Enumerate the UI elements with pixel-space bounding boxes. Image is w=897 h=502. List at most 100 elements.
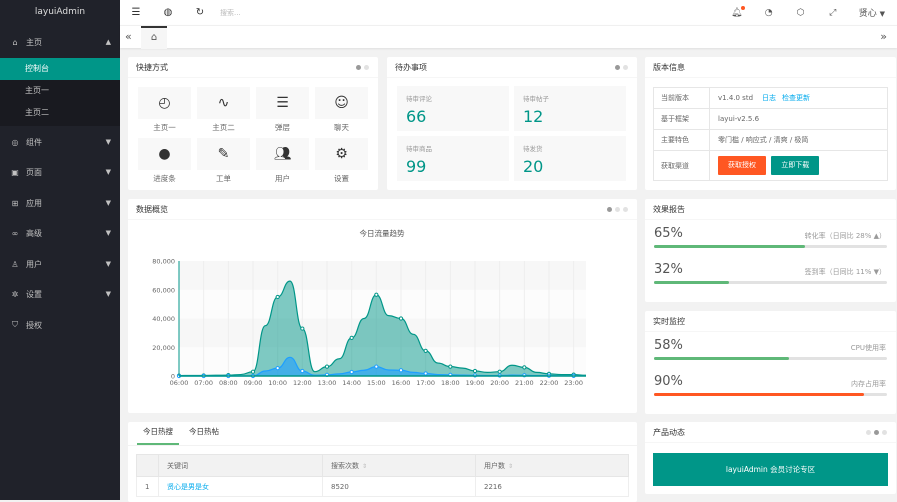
fullscreen-icon[interactable]: ⤢ <box>817 8 849 18</box>
data-point[interactable] <box>300 368 305 374</box>
todo-label: 待审商品 <box>406 145 432 153</box>
data-point[interactable] <box>423 371 428 376</box>
x-tick-label: 19:00 <box>466 379 485 387</box>
todo-item[interactable]: 待审商品 99 <box>397 136 509 181</box>
quick-item[interactable]: ✎ 工单 <box>197 138 250 189</box>
data-point[interactable] <box>275 294 280 300</box>
progress-label: 内存占用率 <box>851 380 886 388</box>
quick-item[interactable]: ∿ 主页二 <box>197 87 250 138</box>
quick-label: 主页二 <box>212 123 235 132</box>
nav-label: 页面 <box>26 167 42 177</box>
card-title: 效果报告 <box>645 199 896 220</box>
todo-item[interactable]: 待发货 20 <box>514 136 626 181</box>
todo-item[interactable]: 待审帖子 12 <box>514 86 626 131</box>
data-point[interactable] <box>398 368 404 373</box>
data-point[interactable] <box>497 369 502 374</box>
nav-label: 高级 <box>26 228 42 238</box>
data-point[interactable] <box>472 368 478 374</box>
users-icon: 👥︎ <box>256 138 309 170</box>
globe-icon[interactable]: ◍ <box>152 7 184 18</box>
page-icon: ▣ <box>11 167 19 177</box>
search-input[interactable]: 搜索... <box>220 8 241 18</box>
quick-label: 工单 <box>216 174 231 183</box>
sidebar-subitem-home1[interactable]: 主页一 <box>0 80 120 102</box>
progress-label: 转化率（日同比 28% ▲） <box>804 232 886 240</box>
data-point[interactable] <box>349 369 354 375</box>
quick-label: 弹层 <box>275 123 290 132</box>
keyword-link[interactable]: 贤心是男是女 <box>167 483 209 491</box>
data-point[interactable] <box>275 365 280 371</box>
sidebar-item-senior[interactable]: ∞ 高级 ▼ <box>0 218 120 248</box>
check-update-link[interactable]: 检查更新 <box>782 94 810 102</box>
sidebar-item-page[interactable]: ▣ 页面 ▼ <box>0 157 120 187</box>
data-point[interactable] <box>423 348 428 353</box>
carousel-dots[interactable] <box>866 430 887 435</box>
card-title: 产品动态 <box>645 422 896 443</box>
data-point[interactable] <box>250 369 256 374</box>
caret-down-icon: ▼ <box>105 229 111 237</box>
user-menu[interactable]: 贤心 ▼ <box>859 6 885 19</box>
forum-banner[interactable]: layuiAdmin 会员讨论专区 <box>653 453 888 486</box>
tag-icon[interactable]: ⬡ <box>785 8 817 18</box>
sidebar-item-user[interactable]: ♙ 用户 ▼ <box>0 249 120 279</box>
sidebar-subitem-home2[interactable]: 主页二 <box>0 102 120 124</box>
framework-value: layui-v2.5.6 <box>709 108 888 130</box>
carousel-dots[interactable] <box>615 65 628 70</box>
shrink-menu-icon[interactable]: ☰ <box>120 7 152 18</box>
changelog-link[interactable]: 日志 <box>762 94 776 102</box>
sidebar-item-home[interactable]: ⌂ 主页 ▲ <box>0 27 120 57</box>
col-label: 关键词 <box>167 461 188 470</box>
tab-home-icon[interactable]: ⌂ <box>141 26 167 49</box>
quick-item[interactable]: ☰ 弹层 <box>256 87 309 138</box>
data-point[interactable] <box>398 316 404 321</box>
quick-item[interactable]: ◴ 主页一 <box>138 87 191 138</box>
y-tick-label: 40,000 <box>152 315 175 323</box>
col-keyword: 关键词 <box>158 454 323 477</box>
tabs-prev-icon[interactable]: « <box>125 30 132 43</box>
sidebar-item-settings[interactable]: ✲ 设置 ▼ <box>0 279 120 309</box>
x-tick-label: 09:00 <box>244 379 263 387</box>
todo-item[interactable]: 待审评论 66 <box>397 86 509 131</box>
get-license-button[interactable]: 获取授权 <box>718 156 766 175</box>
todo-label: 待审帖子 <box>523 95 549 103</box>
sidebar-item-auth[interactable]: ⛉ 授权 <box>0 310 120 340</box>
x-tick-label: 15:00 <box>367 379 386 387</box>
tabs-next-icon[interactable]: » <box>880 30 887 43</box>
settings-icon: ✲ <box>11 289 19 299</box>
nav-label: 用户 <box>26 259 42 269</box>
quick-item[interactable]: ⚙ 设置 <box>315 138 368 189</box>
progress-row: 58% CPU使用率 <box>645 332 896 368</box>
quick-item[interactable]: ☺ 聊天 <box>315 87 368 138</box>
data-point[interactable] <box>448 364 453 369</box>
sort-icon[interactable]: ⇕ <box>362 463 367 470</box>
progress-bar <box>654 357 887 360</box>
tab-hot-search[interactable]: 今日热搜 <box>137 421 179 445</box>
col-users[interactable]: 用户数 ⇕ <box>475 454 629 477</box>
sidebar-subitem-console[interactable]: 控制台 <box>0 58 120 80</box>
gauge-icon: ◴ <box>138 87 191 119</box>
y-tick-label: 20,000 <box>152 344 175 352</box>
col-count[interactable]: 搜索次数 ⇕ <box>322 454 476 477</box>
app-logo[interactable]: layuiAdmin <box>0 0 120 25</box>
carousel-dots[interactable] <box>356 65 369 70</box>
refresh-icon[interactable]: ↻ <box>184 7 216 18</box>
tab-hot-posts[interactable]: 今日热帖 <box>183 421 225 445</box>
sidebar-item-app[interactable]: ⊞ 应用 ▼ <box>0 188 120 218</box>
data-point[interactable] <box>522 365 527 370</box>
quick-item[interactable]: 👥︎ 用户 <box>256 138 309 189</box>
quick-item[interactable]: ● 进度条 <box>138 138 191 189</box>
version-card: 版本信息 当前版本 v1.4.0 std 日志 检查更新 基于框架 layui-v2.5… <box>645 57 896 190</box>
data-point[interactable] <box>349 335 354 341</box>
download-button[interactable]: 立即下载 <box>771 156 820 175</box>
data-point[interactable] <box>374 364 379 369</box>
grid-band <box>179 261 586 290</box>
sidebar-item-component[interactable]: ◎ 组件 ▼ <box>0 127 120 157</box>
bell-icon[interactable]: 🔔︎ <box>721 8 753 18</box>
carousel-dots[interactable] <box>607 207 628 212</box>
data-point[interactable] <box>374 292 379 297</box>
hot-table: 关键词 搜索次数 ⇕ 用户数 ⇕ 1 贤心是男是女 8520 2216 <box>136 454 629 497</box>
theme-icon[interactable]: ◔ <box>753 8 785 18</box>
sort-icon[interactable]: ⇕ <box>508 463 513 470</box>
data-point[interactable] <box>324 364 330 369</box>
data-point[interactable] <box>300 326 305 331</box>
